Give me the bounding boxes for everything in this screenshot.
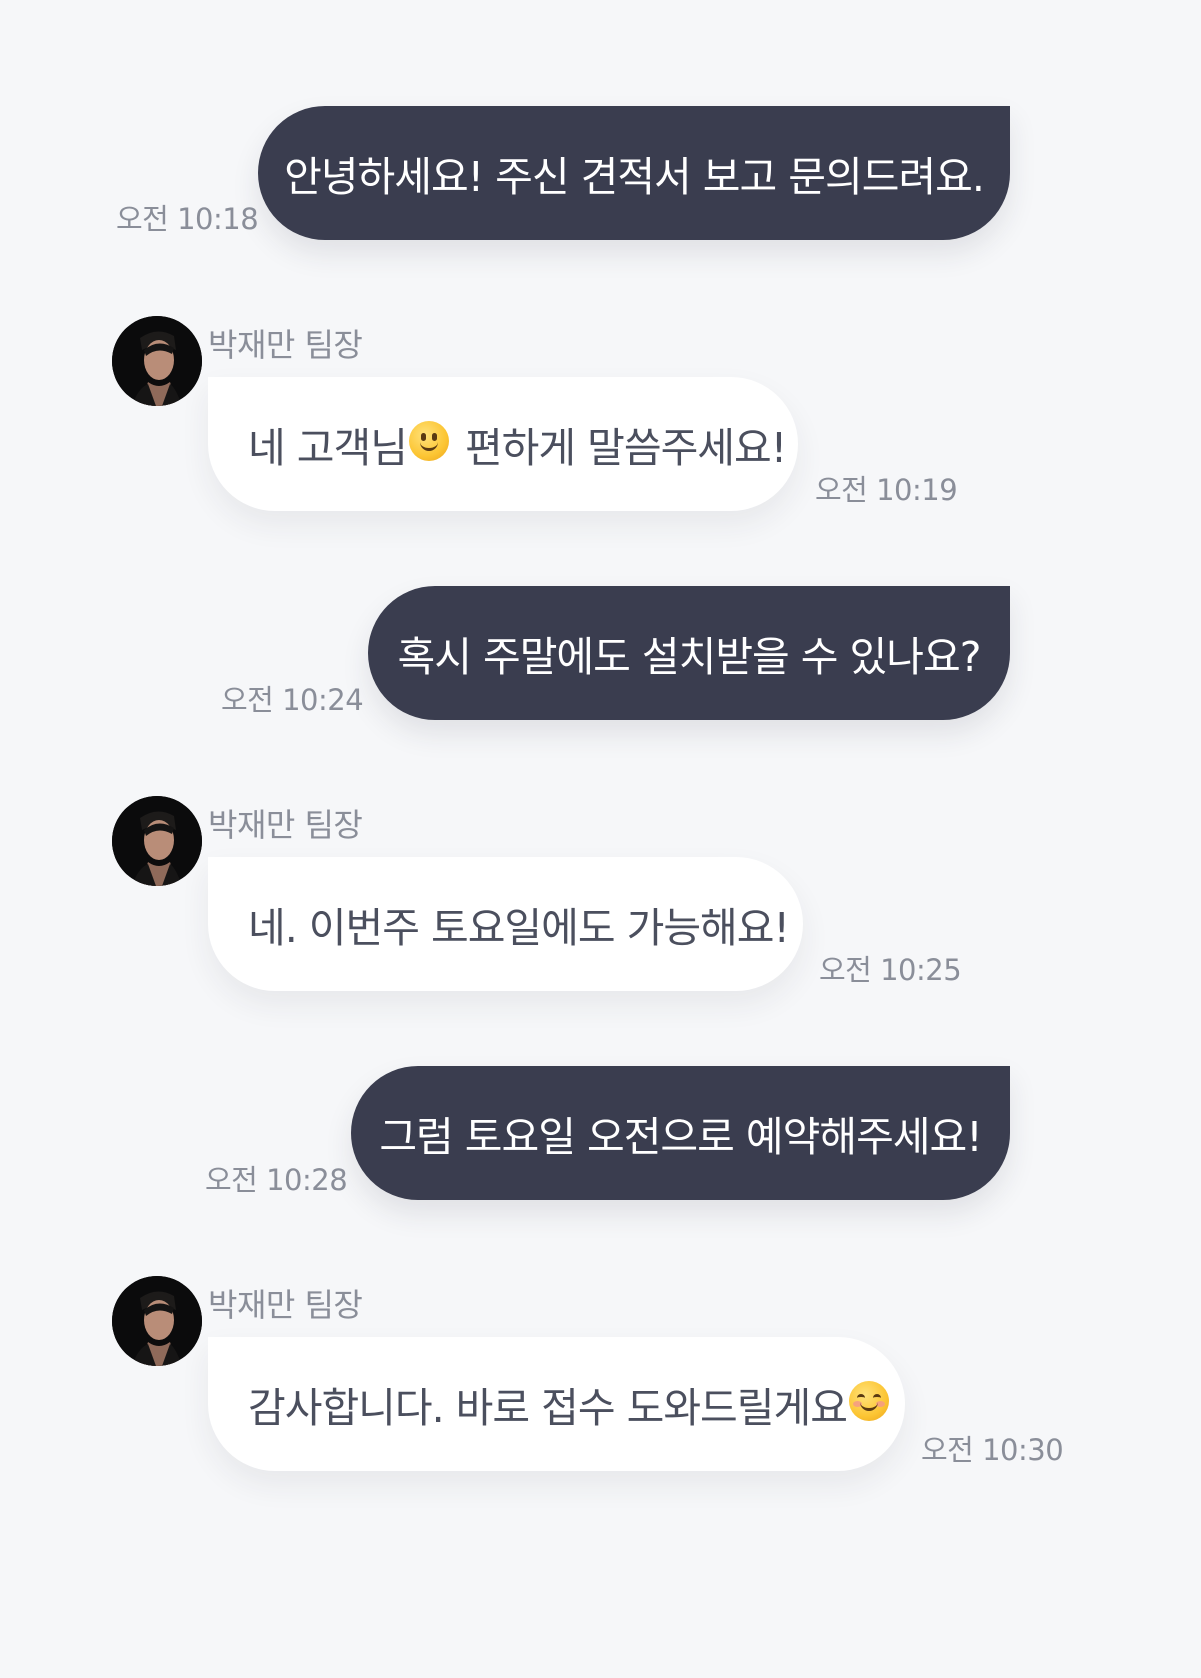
sent-message-bubble[interactable]: 혹시 주말에도 설치받을 수 있나요? <box>368 586 1010 720</box>
slightly-smiling-face-emoji-icon <box>408 421 449 461</box>
smiling-face-with-smiling-eyes-emoji-icon <box>848 1381 889 1421</box>
sender-name: 박재만 팀장 <box>208 1286 363 1324</box>
message-text: 네. 이번주 토요일에도 가능해요! <box>248 904 790 952</box>
sender-name: 박재만 팀장 <box>208 326 363 364</box>
message-timestamp: 오전 10:24 <box>221 683 364 717</box>
avatar[interactable] <box>112 1276 202 1366</box>
received-message-bubble[interactable]: 네 고객님 편하게 말씀주세요! <box>208 377 798 511</box>
message-timestamp: 오전 10:25 <box>819 953 962 987</box>
received-message-bubble[interactable]: 감사합니다. 바로 접수 도와드릴게요 <box>208 1337 905 1471</box>
sent-message-bubble[interactable]: 안녕하세요! 주신 견적서 보고 문의드려요. <box>258 106 1010 240</box>
message-text: 네 고객님 <box>248 424 408 472</box>
message-text: 안녕하세요! 주신 견적서 보고 문의드려요. <box>284 153 985 201</box>
chat-conversation: 안녕하세요! 주신 견적서 보고 문의드려요. 오전 10:18 박재만 팀장 … <box>0 0 1201 1678</box>
message-timestamp: 오전 10:30 <box>921 1433 1064 1467</box>
sent-message-bubble[interactable]: 그럼 토요일 오전으로 예약해주세요! <box>351 1066 1010 1200</box>
avatar[interactable] <box>112 316 202 406</box>
profile-photo <box>112 316 202 406</box>
profile-photo <box>112 1276 202 1366</box>
profile-photo <box>112 796 202 886</box>
message-timestamp: 오전 10:28 <box>205 1163 348 1197</box>
message-timestamp: 오전 10:18 <box>116 202 259 236</box>
message-timestamp: 오전 10:19 <box>815 473 958 507</box>
message-text: 그럼 토요일 오전으로 예약해주세요! <box>379 1113 982 1161</box>
received-message-bubble[interactable]: 네. 이번주 토요일에도 가능해요! <box>208 857 803 991</box>
sender-name: 박재만 팀장 <box>208 806 363 844</box>
message-text: 혹시 주말에도 설치받을 수 있나요? <box>397 633 982 681</box>
message-text: 감사합니다. 바로 접수 도와드릴게요 <box>248 1384 848 1432</box>
avatar[interactable] <box>112 796 202 886</box>
message-text: 편하게 말씀주세요! <box>452 424 787 472</box>
